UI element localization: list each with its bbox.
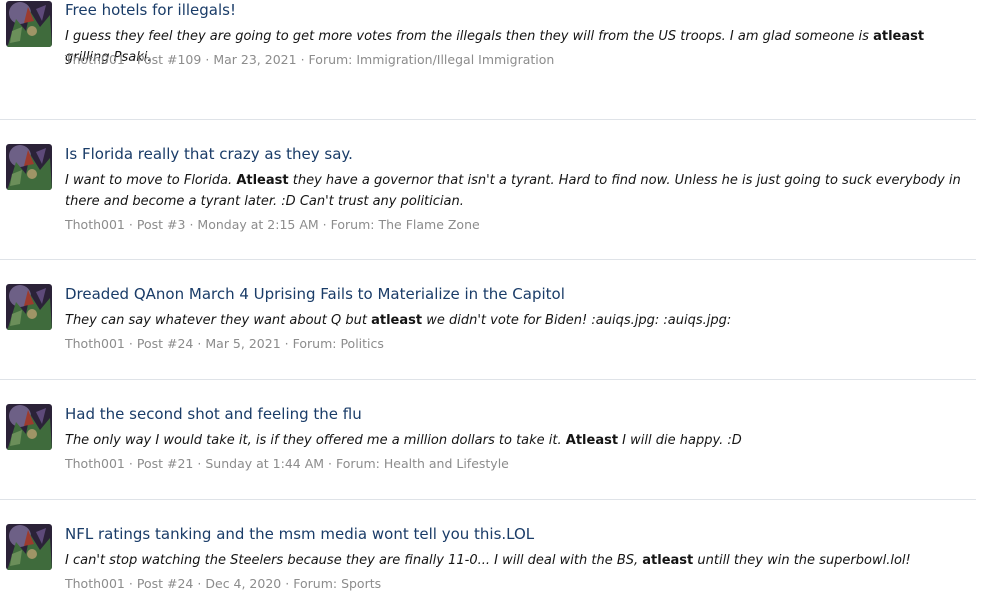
post-date: Dec 4, 2020 [205, 576, 282, 591]
snippet-text: I can't stop watching the Steelers becau… [65, 553, 643, 568]
highlighted-term: Atleast [565, 433, 619, 448]
forum-link[interactable]: Health and Lifestyle [384, 456, 509, 471]
thread-title-link[interactable]: Free hotels for illegals! [65, 0, 236, 20]
post-number: Post #109 [136, 52, 202, 67]
snippet-text: we didn't vote for Biden! :auiqs.jpg: :a… [422, 313, 732, 328]
search-results-list: Free hotels for illegals! I guess they f… [0, 0, 976, 594]
highlighted-term: Atleast [236, 173, 289, 188]
user-avatar[interactable] [6, 144, 52, 190]
thread-title-link[interactable]: Had the second shot and feeling the flu [65, 404, 362, 424]
search-result-item: Free hotels for illegals! I guess they f… [0, 0, 976, 120]
meta-separator: · [205, 52, 210, 67]
forum-prefix: Forum: [308, 52, 353, 67]
post-number: Post #24 [136, 336, 194, 351]
snippet-text: I will die happy. :D [618, 433, 742, 448]
post-date: Mar 23, 2021 [213, 52, 297, 67]
avatar-image-icon [6, 284, 52, 330]
forum-link[interactable]: Immigration/Illegal Immigration [356, 52, 554, 67]
highlighted-term: atleast [642, 553, 694, 568]
author-link[interactable]: Thoth001 [65, 576, 125, 591]
thread-title-link[interactable]: Dreaded QAnon March 4 Uprising Fails to … [65, 284, 565, 304]
search-result-item: Dreaded QAnon March 4 Uprising Fails to … [0, 260, 976, 380]
user-avatar[interactable] [6, 524, 52, 570]
result-meta: Thoth001 · Post #109 · Mar 23, 2021 · Forum: I… [65, 51, 554, 69]
author-link[interactable]: Thoth001 [65, 52, 125, 67]
meta-separator: · [322, 217, 327, 232]
thread-title-link[interactable]: NFL ratings tanking and the msm media wo… [65, 524, 534, 544]
post-snippet: They can say whatever they want about Q … [65, 310, 971, 331]
post-snippet: The only way I would take it, is if they… [65, 430, 971, 451]
meta-separator: · [285, 576, 290, 591]
search-result-item: NFL ratings tanking and the msm media wo… [0, 500, 976, 594]
post-number: Post #21 [136, 456, 194, 471]
author-link[interactable]: Thoth001 [65, 217, 125, 232]
avatar-image-icon [6, 1, 52, 47]
meta-separator: · [197, 336, 202, 351]
snippet-text: I guess they feel they are going to get … [65, 29, 874, 44]
meta-separator: · [197, 456, 202, 471]
meta-separator: · [328, 456, 333, 471]
result-meta: Thoth001 · Post #3 · Monday at 2:15 AM · Forum… [65, 216, 480, 234]
snippet-text: They can say whatever they want about Q … [65, 313, 372, 328]
post-date: Mar 5, 2021 [205, 336, 281, 351]
author-link[interactable]: Thoth001 [65, 336, 125, 351]
meta-separator: · [284, 336, 289, 351]
result-meta: Thoth001 · Post #21 · Sunday at 1:44 AM · Foru… [65, 455, 509, 473]
highlighted-term: atleast [371, 313, 423, 328]
thread-title-link[interactable]: Is Florida really that crazy as they say… [65, 144, 353, 164]
forum-link[interactable]: Politics [340, 336, 383, 351]
post-snippet: I want to move to Florida. Atleast they … [65, 170, 971, 212]
post-number: Post #3 [136, 217, 186, 232]
meta-separator: · [128, 576, 133, 591]
meta-separator: · [128, 217, 133, 232]
snippet-text: The only way I would take it, is if they… [65, 433, 566, 448]
forum-link[interactable]: The Flame Zone [378, 217, 479, 232]
search-result-item: Is Florida really that crazy as they say… [0, 120, 976, 260]
meta-separator: · [300, 52, 305, 67]
result-meta: Thoth001 · Post #24 · Mar 5, 2021 · Forum: Pol… [65, 335, 384, 353]
forum-link[interactable]: Sports [341, 576, 381, 591]
search-result-item: Had the second shot and feeling the flu … [0, 380, 976, 500]
post-date: Monday at 2:15 AM [197, 217, 319, 232]
forum-prefix: Forum: [330, 217, 375, 232]
highlighted-term: atleast [873, 29, 925, 44]
meta-separator: · [197, 576, 202, 591]
author-link[interactable]: Thoth001 [65, 456, 125, 471]
post-date: Sunday at 1:44 AM [205, 456, 325, 471]
user-avatar[interactable] [6, 284, 52, 330]
avatar-image-icon [6, 144, 52, 190]
meta-separator: · [128, 456, 133, 471]
forum-prefix: Forum: [336, 456, 380, 471]
user-avatar[interactable] [6, 404, 52, 450]
forum-prefix: Forum: [293, 576, 338, 591]
user-avatar[interactable] [6, 1, 52, 47]
snippet-text: untill they win the superbowl.lol! [693, 553, 911, 568]
post-number: Post #24 [136, 576, 194, 591]
result-meta: Thoth001 · Post #24 · Dec 4, 2020 · Forum: Spo… [65, 575, 381, 593]
avatar-image-icon [6, 404, 52, 450]
meta-separator: · [128, 336, 133, 351]
snippet-text: I want to move to Florida. [65, 173, 237, 188]
meta-separator: · [128, 52, 133, 67]
avatar-image-icon [6, 524, 52, 570]
meta-separator: · [189, 217, 194, 232]
forum-prefix: Forum: [292, 336, 337, 351]
